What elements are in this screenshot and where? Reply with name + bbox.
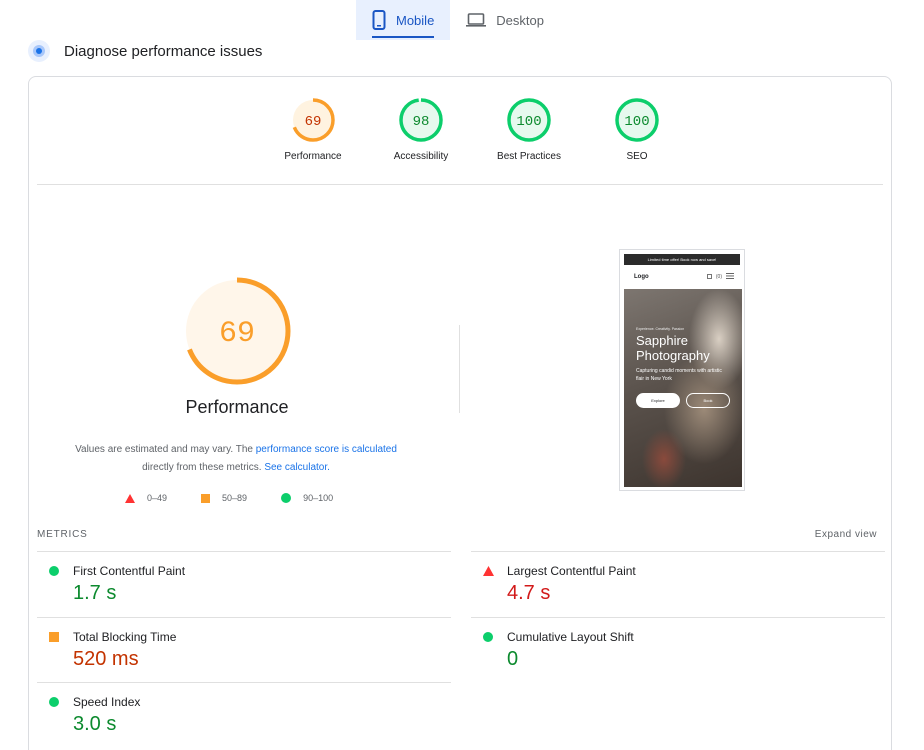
metric-label: Largest Contentful Paint xyxy=(507,564,636,578)
gauge-performance[interactable]: 69 Performance xyxy=(259,97,367,162)
tab-desktop[interactable]: Desktop xyxy=(450,0,560,40)
screenshot-nav: Logo (0) xyxy=(624,265,740,289)
screenshot-headline: Sapphire Photography xyxy=(636,333,710,363)
score-description: Values are estimated and may vary. The p… xyxy=(51,441,421,477)
gauges-divider xyxy=(37,184,883,185)
legend-fail: 0–49 xyxy=(125,493,167,503)
metric-speed-index: Speed Index 3.0 s xyxy=(37,682,451,748)
screenshot-kicker: Experience. Creativity. Passion xyxy=(636,327,685,331)
metric-value: 4.7 s xyxy=(507,582,551,604)
screenshot-logo: Logo xyxy=(634,274,649,280)
page-screenshot[interactable]: Limited time offer! Book now and save! L… xyxy=(619,249,745,491)
report-card: 69 Performance 98 Accessibility 100 Best… xyxy=(28,76,892,750)
orange-square-icon xyxy=(49,632,59,642)
screenshot-explore-button: Explore xyxy=(636,393,680,408)
metric-value: 3.0 s xyxy=(73,713,117,735)
metric-label: First Contentful Paint xyxy=(73,564,186,578)
metric-lcp: Largest Contentful Paint 4.7 s xyxy=(471,551,885,617)
gauge-accessibility[interactable]: 98 Accessibility xyxy=(367,97,475,162)
score-ring-best-practices: 100 xyxy=(507,98,551,142)
screenshot-banner: Limited time offer! Book now and save! xyxy=(624,254,740,265)
headline-line1: Sapphire xyxy=(636,333,689,348)
metric-label: Speed Index xyxy=(73,695,141,709)
performance-score-link[interactable]: performance score is calculated xyxy=(256,444,397,455)
legend-pass: 90–100 xyxy=(281,493,333,503)
expand-view-button[interactable]: Expand view xyxy=(815,529,877,540)
see-calculator-link[interactable]: See calculator. xyxy=(264,462,330,473)
score-ring-seo: 100 xyxy=(615,98,659,142)
metric-value: 0 xyxy=(507,648,519,670)
metric-fcp: First Contentful Paint 1.7 s xyxy=(37,551,451,617)
screenshot-book-button: Book xyxy=(686,393,730,408)
device-tabs: Mobile Desktop xyxy=(356,0,560,40)
hamburger-icon xyxy=(726,273,734,281)
cart-icon xyxy=(706,273,712,281)
cart-count: (0) xyxy=(715,274,722,280)
tab-desktop-label: Desktop xyxy=(496,12,544,28)
metric-tbt: Total Blocking Time 520 ms xyxy=(37,617,451,683)
diagnose-heading: Diagnose performance issues xyxy=(28,40,262,62)
green-circle-icon xyxy=(49,697,59,707)
mobile-phone-icon xyxy=(372,10,386,30)
red-triangle-icon xyxy=(125,493,135,503)
tab-mobile-label: Mobile xyxy=(396,12,435,28)
screenshot-nav-icons: (0) xyxy=(706,273,734,281)
performance-title: Performance xyxy=(185,397,289,417)
metric-cls: Cumulative Layout Shift 0 xyxy=(471,617,885,683)
desc-middle: directly from these metrics. xyxy=(142,462,265,473)
red-triangle-icon xyxy=(483,566,494,576)
green-circle-icon xyxy=(49,566,59,576)
gauge-seo[interactable]: 100 SEO xyxy=(583,97,691,162)
big-score-ring: 69 xyxy=(183,277,291,385)
score-legend: 0–49 50–89 90–100 xyxy=(125,493,333,503)
laptop-icon xyxy=(466,13,487,27)
screenshot-hero: Experience. Creativity. Passion Sapphire… xyxy=(624,289,742,487)
gauge-label-accessibility: Accessibility xyxy=(393,151,449,162)
big-score: 69 xyxy=(219,317,255,351)
legend-pass-label: 90–100 xyxy=(303,493,334,503)
orange-square-icon xyxy=(201,493,211,503)
legend-average: 50–89 xyxy=(201,493,247,503)
metric-label: Cumulative Layout Shift xyxy=(507,630,634,644)
green-circle-icon xyxy=(483,632,493,642)
score-performance: 69 xyxy=(305,114,322,130)
metric-label: Total Blocking Time xyxy=(73,630,177,644)
performance-summary: 69 Performance xyxy=(147,277,327,418)
metrics-header: METRICS xyxy=(37,529,88,540)
score-ring-accessibility: 98 xyxy=(399,98,443,142)
gauge-label-performance: Performance xyxy=(284,151,342,162)
diagnose-icon xyxy=(28,40,50,62)
tab-mobile[interactable]: Mobile xyxy=(356,0,451,40)
diagnose-title: Diagnose performance issues xyxy=(64,42,263,60)
score-accessibility: 98 xyxy=(413,114,430,130)
category-gauges: 69 Performance 98 Accessibility 100 Best… xyxy=(259,97,691,162)
score-ring-performance: 69 xyxy=(291,98,335,142)
legend-average-label: 50–89 xyxy=(222,493,248,503)
summary-separator xyxy=(459,325,460,413)
metric-value: 520 ms xyxy=(73,648,139,670)
score-seo: 100 xyxy=(624,114,649,130)
gauge-best-practices[interactable]: 100 Best Practices xyxy=(475,97,583,162)
metric-value: 1.7 s xyxy=(73,582,117,604)
headline-line2: Photography xyxy=(636,348,710,363)
score-best-practices: 100 xyxy=(516,114,541,130)
green-circle-icon xyxy=(281,493,292,503)
gauge-label-seo: SEO xyxy=(626,151,648,162)
gauge-label-best-practices: Best Practices xyxy=(497,151,561,162)
screenshot-subtext: Capturing candid moments with artistic f… xyxy=(636,368,722,382)
desc-prefix: Values are estimated and may vary. The xyxy=(75,444,256,455)
legend-fail-label: 0–49 xyxy=(147,493,168,503)
